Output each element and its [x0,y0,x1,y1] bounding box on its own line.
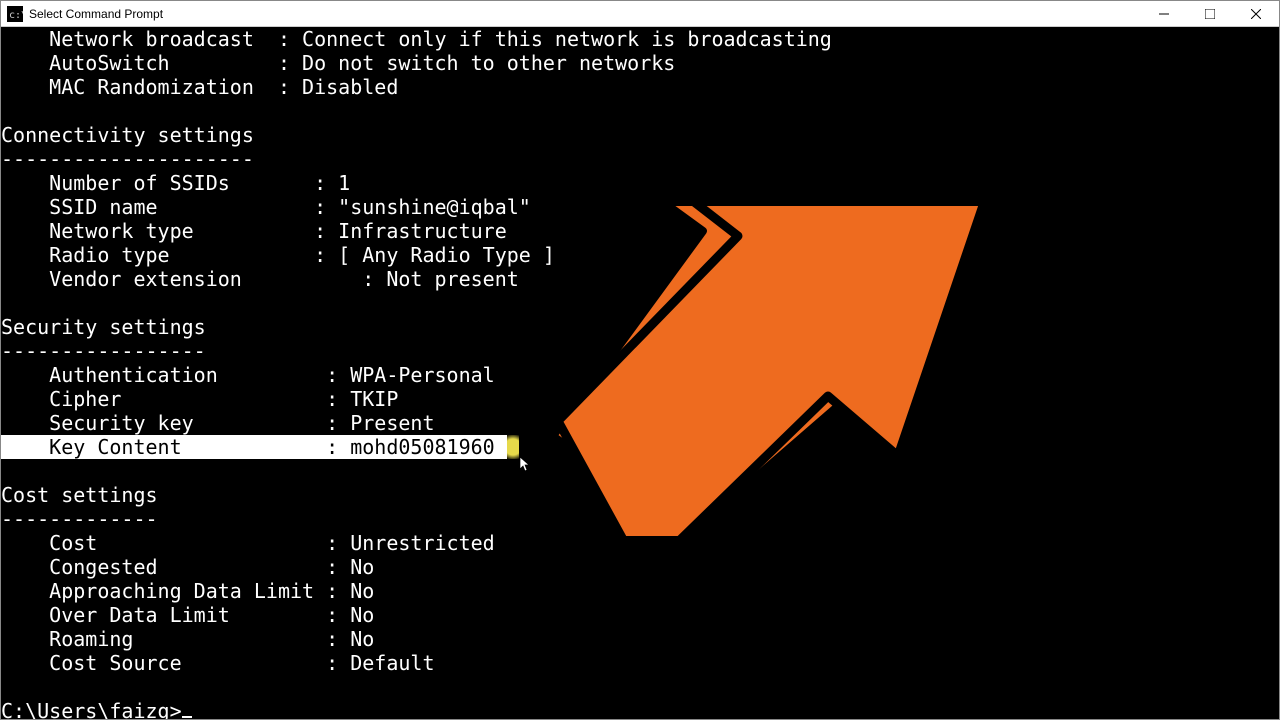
row-over-limit: Over Data Limit : No [1,603,1279,627]
row-num-ssids: Number of SSIDs : 1 [1,171,1279,195]
row-approaching-limit: Approaching Data Limit : No [1,579,1279,603]
row-radio-type: Radio type : [ Any Radio Type ] [1,243,1279,267]
row-autoswitch: AutoSwitch : Do not switch to other netw… [1,51,1279,75]
row-cost-source: Cost Source : Default [1,651,1279,675]
header-connectivity: Connectivity settings [1,123,1279,147]
blank-line [1,675,1279,699]
row-network-broadcast: Network broadcast : Connect only if this… [1,27,1279,51]
prompt-line[interactable]: C:\Users\faizg> [1,699,1279,719]
command-prompt-window: c:\ Select Command Prompt Network broadc… [0,0,1280,720]
row-roaming: Roaming : No [1,627,1279,651]
cmd-app-icon: c:\ [7,6,23,22]
row-cipher: Cipher : TKIP [1,387,1279,411]
titlebar[interactable]: c:\ Select Command Prompt [1,1,1279,27]
minimize-button[interactable] [1141,1,1187,26]
row-security-key: Security key : Present [1,411,1279,435]
maximize-button[interactable] [1187,1,1233,26]
divider-connectivity: --------------------- [1,147,1279,171]
titlebar-left: c:\ Select Command Prompt [7,6,163,22]
window-title: Select Command Prompt [29,7,163,21]
close-button[interactable] [1233,1,1279,26]
row-key-content: Key Content : mohd05081960 [1,435,1279,459]
header-security: Security settings [1,315,1279,339]
row-ssid-name: SSID name : "sunshine@iqbal" [1,195,1279,219]
divider-cost: ------------- [1,507,1279,531]
svg-text:c:\: c:\ [9,10,23,21]
prompt-text: C:\Users\faizg> [1,699,182,719]
row-network-type: Network type : Infrastructure [1,219,1279,243]
divider-security: ----------------- [1,339,1279,363]
highlight-marker-icon [507,435,519,459]
text-cursor-icon [182,716,192,718]
row-congested: Congested : No [1,555,1279,579]
window-controls [1141,1,1279,26]
selected-text: Key Content : mohd05081960 [1,435,507,459]
header-cost: Cost settings [1,483,1279,507]
row-cost: Cost : Unrestricted [1,531,1279,555]
row-authentication: Authentication : WPA-Personal [1,363,1279,387]
blank-line [1,459,1279,483]
terminal-output[interactable]: Network broadcast : Connect only if this… [1,27,1279,719]
blank-line [1,291,1279,315]
blank-line [1,99,1279,123]
row-mac-randomization: MAC Randomization : Disabled [1,75,1279,99]
row-vendor-extension: Vendor extension : Not present [1,267,1279,291]
